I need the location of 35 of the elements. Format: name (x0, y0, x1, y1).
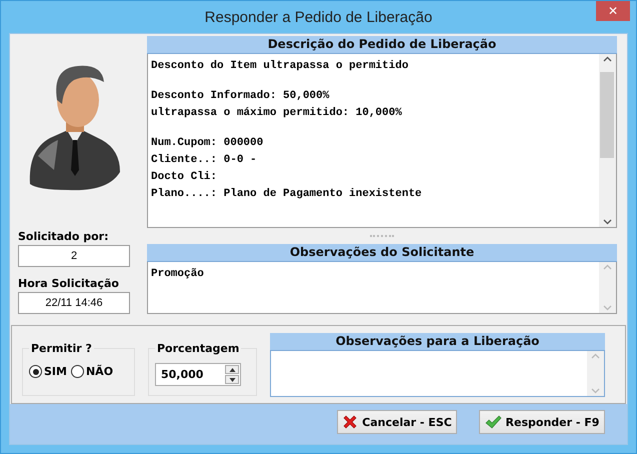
description-line: ultrapassa o máximo permitido: 10,000% (151, 106, 403, 121)
scroll-down-icon[interactable] (603, 219, 612, 225)
description-line: Desconto do Item ultrapassa o permitido (151, 59, 410, 74)
panel-header: Descrição do Pedido de Liberação (147, 36, 617, 54)
description-line: Cliente..: 0-0 - (151, 153, 258, 168)
release-notes-area[interactable] (270, 351, 605, 397)
scrollbar[interactable] (599, 54, 616, 227)
field-label: Hora Solicitação (18, 277, 120, 290)
spin-down-icon[interactable] (228, 378, 236, 382)
requester-notes-area[interactable]: Promoção (147, 262, 617, 314)
group-label: Porcentagem (156, 342, 240, 355)
description-line: Num.Cupom: 000000 (151, 136, 264, 151)
cancel-button[interactable]: Cancelar - ESC (337, 410, 457, 434)
close-button[interactable]: ✕ (596, 1, 630, 21)
group-label: Permitir ? (30, 342, 93, 355)
description-text-area[interactable]: Desconto do Item ultrapassa o permitido Desconto Informado: 50,000% ultrapassa o máximo permitido: 10,000% Num.Cupom: 000000 Cliente..: 0-0 - Docto Cli: Plano....: Plano de Pagamento inexistente (147, 54, 617, 228)
radio-option[interactable]: SIM (29, 365, 67, 378)
panel-header: Observações do Solicitante (147, 244, 617, 262)
panel-header: Observações para a Liberação (270, 333, 605, 351)
radio-option[interactable]: NÃO (70, 365, 114, 378)
description-line: Docto Cli: (151, 170, 218, 185)
window-title: Responder a Pedido de Liberação (204, 8, 432, 26)
request-time-field[interactable]: 22/11 14:46 (18, 292, 130, 314)
field-label: Solicitado por: (18, 230, 110, 243)
description-line: Plano....: Plano de Pagamento inexistente (151, 187, 423, 202)
scroll-up-icon[interactable] (603, 56, 612, 62)
respond-button[interactable]: Responder - F9 (479, 410, 605, 434)
spin-up-icon[interactable] (228, 368, 236, 372)
notes-text: Promoção (151, 267, 205, 282)
scrollbar-thumb[interactable] (600, 72, 614, 158)
description-line: Desconto Informado: 50,000% (151, 88, 330, 104)
requested-by-field[interactable]: 2 (18, 245, 130, 267)
check-icon (484, 414, 502, 430)
percentage-spinner[interactable]: 50,000 (155, 363, 241, 386)
cancel-icon (342, 414, 358, 430)
